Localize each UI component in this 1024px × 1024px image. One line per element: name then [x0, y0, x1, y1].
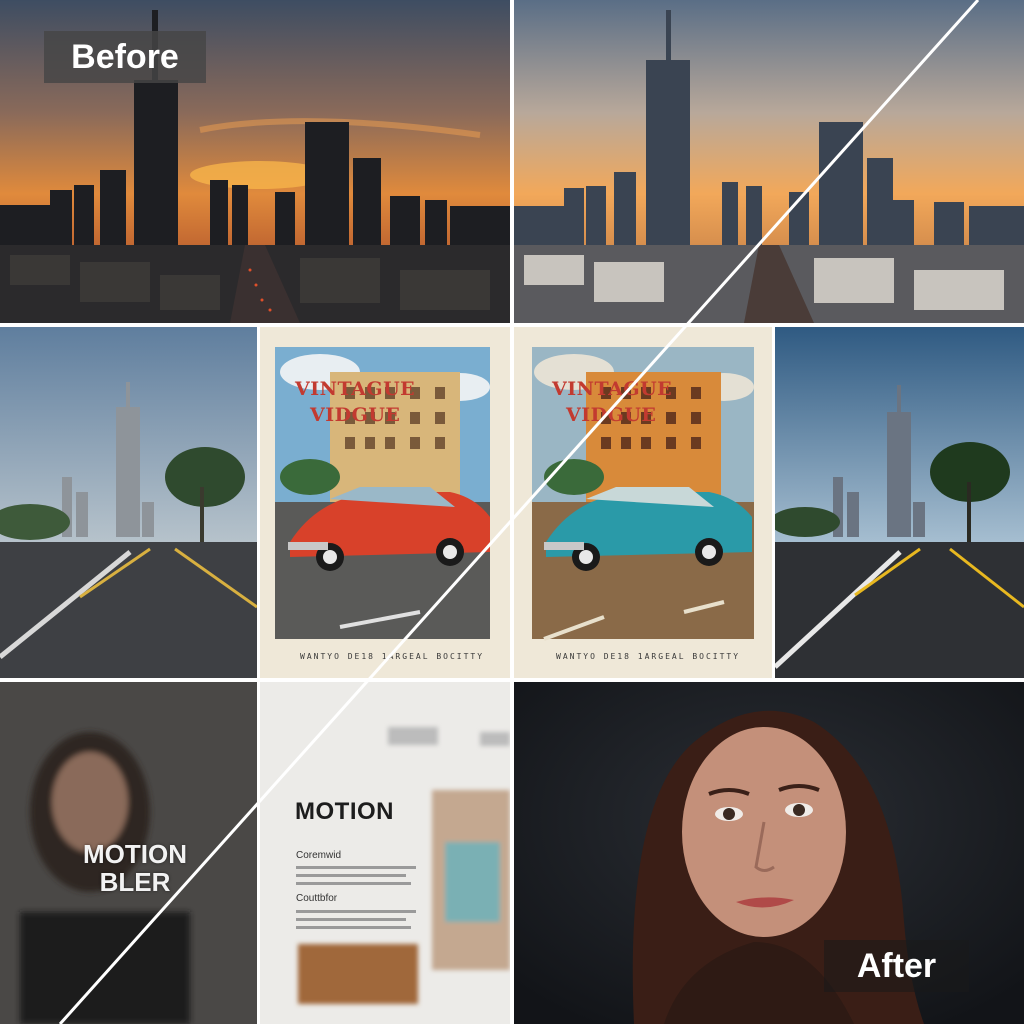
poster-title-line2: VIDGUE [310, 404, 401, 426]
motion-blur-line1: MOTION [83, 839, 187, 869]
blurred-portrait-before: MOTION BLER [0, 682, 257, 1024]
vintage-poster-red-car: VINTAGUE VIDGUE WANTYO DE18 1ARGEAL BOCI… [260, 327, 510, 678]
vintage-poster-teal-car: VINTAGUE VIDGUE WANTYO DE18 1ARGEAL BOCI… [514, 327, 772, 678]
poster-title-line2-after: VIDGUE [566, 404, 657, 426]
poster-footer-text-after: WANTYO DE18 1ARGEAL BOCITTY [556, 652, 741, 661]
magazine-subheading-1: Coremwid [296, 850, 342, 861]
sharp-portrait-after: After [514, 682, 1024, 1024]
road-skyline-after [775, 327, 1024, 678]
motion-blur-line2: BLER [99, 867, 171, 897]
magazine-heading: MOTION [295, 798, 394, 825]
road-skyline-before [0, 327, 257, 678]
city-sunset-after [514, 0, 1024, 323]
blurred-magazine-page: MOTION Coremwid Couttbfor [260, 682, 510, 1024]
city-sunset-before: Before [0, 0, 510, 323]
magazine-subheading-2: Couttbfor [296, 893, 338, 904]
poster-footer-text: WANTYO DE18 1ARGEAL BOCITTY [300, 652, 485, 661]
poster-title-line1: VINTAGUE [295, 378, 416, 400]
after-label: After [824, 940, 969, 992]
before-label: Before [44, 31, 206, 83]
before-after-collage: Before VINTAGUE VIDGUE WANTYO DE18 1ARGE… [0, 0, 1024, 1024]
poster-title-line1-after: VINTAGUE [552, 378, 673, 400]
